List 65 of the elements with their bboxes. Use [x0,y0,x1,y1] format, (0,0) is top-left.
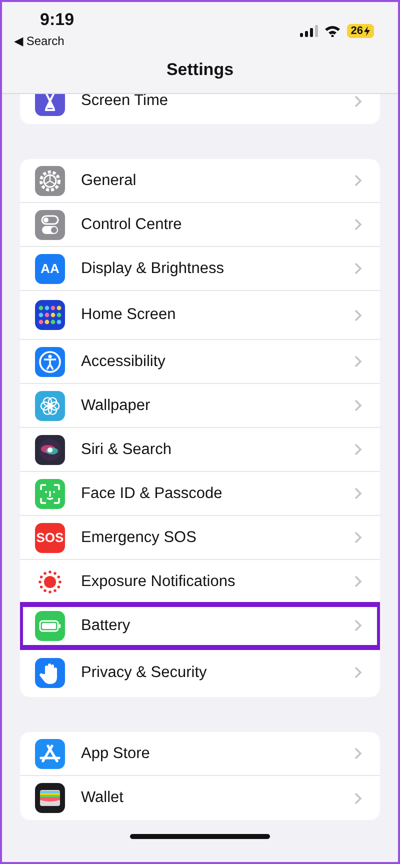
text-icon: AA [35,254,65,284]
chevron-icon [354,218,362,231]
chevron-icon [354,575,362,588]
row-label: Accessibility [81,352,166,370]
wifi-icon [324,25,341,37]
chevron-icon [354,443,362,456]
row-label: Wallpaper [81,396,152,414]
settings-row[interactable]: App Store [20,732,380,776]
row-label: Display & Brightness [81,260,226,278]
orb-icon [35,434,65,464]
chevron-icon [354,487,362,500]
chevron-icon [354,792,362,804]
settings-row[interactable]: Face ID & Passcode [20,472,380,516]
chevron-icon [354,531,362,544]
row-label: Face ID & Passcode [81,484,224,502]
signal-icon [300,25,318,37]
app-store-icon [35,738,65,768]
settings-row[interactable]: Exposure Notifications [20,560,380,604]
row-label: App Store [81,744,151,762]
chevron-icon [354,619,362,632]
settings-row[interactable]: Accessibility [20,340,380,384]
row-label: Home Screen [81,306,177,324]
row-label: Screen Time [81,94,170,110]
face-icon [35,478,65,508]
settings-row[interactable]: Wallpaper [20,384,380,428]
accessibility-icon [35,346,65,376]
chevron-icon [354,308,362,322]
hand-icon [35,658,65,688]
row-label: Siri & Search [81,440,172,458]
grid-icon [35,300,65,330]
chevron-icon [354,355,362,368]
flower-icon [35,390,65,420]
chevron-icon [354,666,362,679]
row-label: Exposure Notifications [81,572,236,590]
row-label: Privacy & Security [81,664,208,682]
toggles-icon [35,210,65,240]
settings-row[interactable]: Siri & Search [20,428,380,472]
chevron-icon [354,174,362,187]
settings-row[interactable]: General [20,159,380,203]
chevron-icon [354,94,362,108]
chevron-icon [354,262,362,275]
battery-level-badge: 26 [346,24,374,38]
battery-icon [35,610,65,640]
chevron-icon [354,399,362,412]
settings-row[interactable]: Privacy & Security [20,648,380,697]
settings-row[interactable]: Battery [20,604,380,648]
settings-row[interactable]: Wallet [20,776,380,820]
row-label: Control Centre [81,216,183,234]
back-link[interactable]: ◀ Search [14,34,64,48]
settings-row[interactable]: SOS Emergency SOS [20,516,380,560]
row-label: Emergency SOS [81,528,198,546]
row-label: Battery [81,616,132,634]
row-label: Wallet [81,789,124,807]
settings-row[interactable]: Home Screen [20,291,380,340]
chevron-icon [354,747,362,760]
settings-row[interactable]: AA Display & Brightness [20,247,380,291]
clock-time: 9:19 [40,10,74,30]
bolt-icon [364,26,370,36]
wallet-icon [35,783,65,813]
settings-row[interactable]: Control Centre [20,203,380,247]
page-title: Settings [165,60,235,80]
text-icon: SOS [35,522,65,552]
row-label: General [81,172,138,190]
gear-icon [35,166,65,196]
settings-row[interactable]: Screen Time [20,94,380,123]
